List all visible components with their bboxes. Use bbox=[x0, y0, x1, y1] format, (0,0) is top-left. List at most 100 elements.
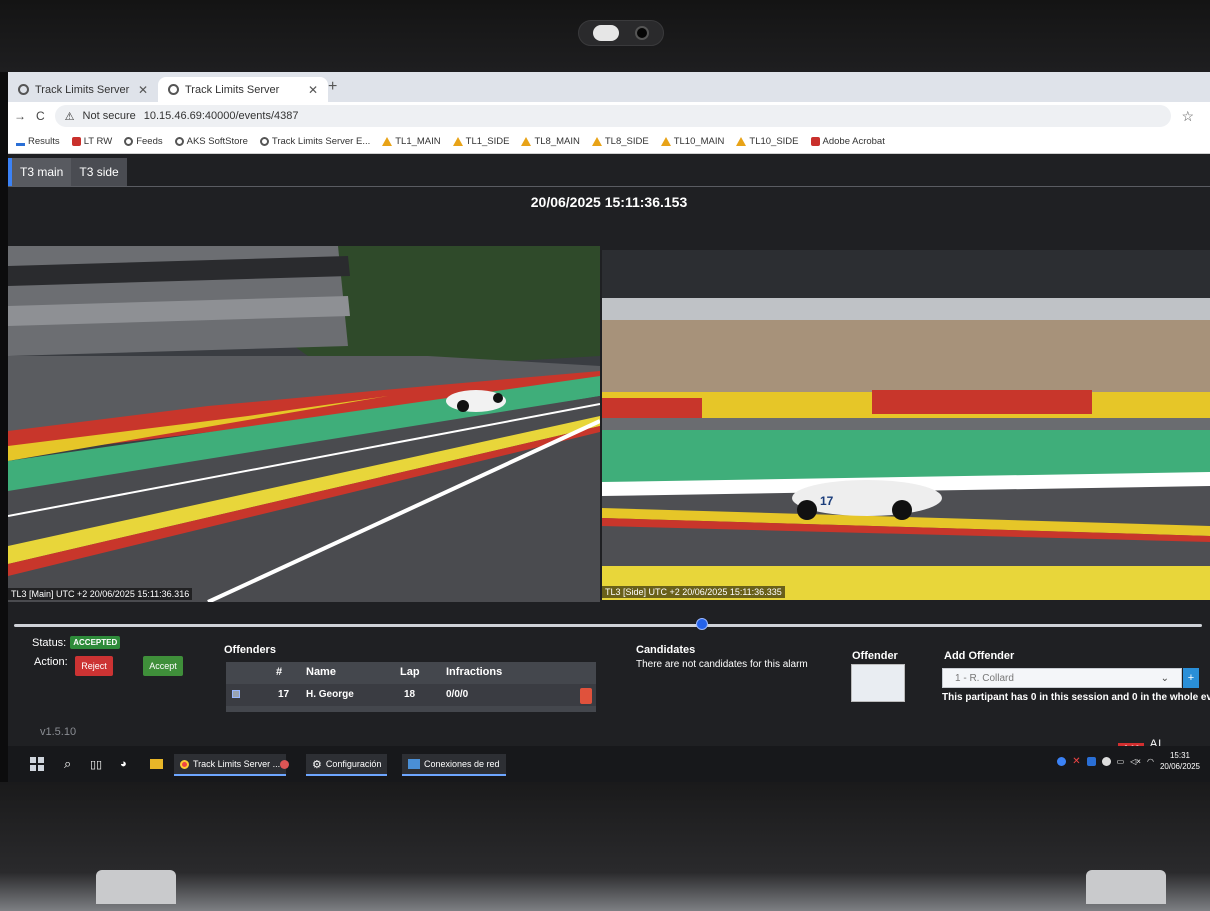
track-limits-app: T3 main T3 side 20/06/2025 15:11:36.153 bbox=[8, 154, 1210, 762]
close-icon[interactable]: ✕ bbox=[138, 83, 148, 97]
system-tray: ✕ ▭ ◁× ◠ 15:31 20/06/2025 bbox=[1057, 750, 1200, 772]
candidates-message: There are not candidates for this alarm bbox=[636, 659, 808, 670]
offenders-table-header: # Name Lap Infractions bbox=[226, 666, 596, 680]
volume-icon[interactable]: ◁× bbox=[1130, 757, 1141, 766]
main-camera-label: TL3 [Main] UTC +2 20/06/2025 15:11:36.31… bbox=[8, 588, 193, 600]
browser-tab-label: Track Limits Server bbox=[185, 83, 280, 96]
task-view-icon[interactable]: ▯▯ bbox=[90, 754, 102, 774]
globe-icon bbox=[168, 84, 179, 95]
app-version: v1.5.10 bbox=[40, 726, 77, 738]
new-tab-icon[interactable]: + bbox=[328, 78, 337, 96]
table-row[interactable]: 17 H. George 18 0/0/0 bbox=[226, 684, 596, 706]
offender-number: 17 bbox=[278, 689, 290, 700]
bookmark-label: TL8_SIDE bbox=[604, 136, 649, 147]
taskbar-conexiones[interactable]: Conexiones de red bbox=[402, 754, 506, 776]
close-icon[interactable]: ✕ bbox=[1072, 756, 1080, 767]
tray-icon[interactable] bbox=[1057, 756, 1067, 766]
reload-icon[interactable]: C bbox=[36, 109, 45, 123]
tab-t3-main[interactable]: T3 main bbox=[8, 158, 72, 186]
bookmark-tl10-side[interactable]: TL10_SIDE bbox=[736, 136, 799, 147]
bookmark-lt-rw[interactable]: LT RW bbox=[71, 136, 113, 147]
close-icon[interactable]: ✕ bbox=[308, 83, 318, 97]
browser-tab-label: Track Limits Server bbox=[35, 83, 130, 96]
bookmark-star-icon[interactable]: ☆ bbox=[1181, 108, 1194, 125]
bookmark-tl1-side[interactable]: TL1_SIDE bbox=[452, 136, 510, 147]
bookmark-label: TL8_MAIN bbox=[534, 136, 580, 147]
reject-button[interactable]: Reject bbox=[75, 656, 113, 676]
camera-tabs: T3 main T3 side bbox=[8, 154, 1210, 186]
file-explorer-icon[interactable] bbox=[150, 754, 163, 774]
side-camera-image: 17 bbox=[602, 250, 1210, 600]
bookmark-tl8-side[interactable]: TL8_SIDE bbox=[591, 136, 649, 147]
side-camera-frame[interactable]: 17 TL3 [Side] UTC +2 20/06/2025 15:11:36… bbox=[602, 250, 1210, 600]
chevron-down-icon: ⌄ bbox=[1160, 672, 1169, 684]
warning-icon[interactable]: ⚠ bbox=[65, 110, 75, 123]
offender-select[interactable]: 1 - R. Collard ⌄ bbox=[942, 668, 1182, 688]
start-button[interactable] bbox=[30, 754, 44, 774]
bookmark-results[interactable]: Results bbox=[16, 136, 60, 147]
browser-tabstrip: Track Limits Server ✕ Track Limits Serve… bbox=[8, 72, 1210, 102]
tray-icon[interactable] bbox=[1101, 756, 1111, 766]
bookmark-track-limits[interactable]: Track Limits Server E... bbox=[259, 136, 371, 147]
vlc-icon bbox=[521, 137, 532, 146]
browser-tab-1[interactable]: Track Limits Server ✕ bbox=[8, 77, 158, 102]
address-bar[interactable]: ⚠ Not secure 10.15.46.69:40000/events/43… bbox=[54, 105, 1172, 127]
bookmark-tl1-main[interactable]: TL1_MAIN bbox=[382, 136, 441, 147]
offender-lap: 18 bbox=[404, 689, 416, 700]
tray-icon[interactable] bbox=[1086, 756, 1096, 766]
bookmark-label: TL1_SIDE bbox=[465, 136, 510, 147]
vlc-icon bbox=[736, 137, 747, 146]
add-offender-button[interactable]: + bbox=[1183, 668, 1199, 688]
webcam-shutter bbox=[593, 25, 619, 41]
bookmark-label: LT RW bbox=[83, 136, 113, 147]
results-icon bbox=[16, 137, 25, 146]
network-icon bbox=[408, 759, 420, 769]
offender-infractions: 0/0/0 bbox=[446, 689, 469, 700]
app-icon[interactable] bbox=[280, 754, 289, 774]
bookmark-aks-softstore[interactable]: AKS SoftStore bbox=[174, 136, 248, 147]
bookmark-tl8-main[interactable]: TL8_MAIN bbox=[521, 136, 580, 147]
security-label: Not secure bbox=[82, 110, 136, 122]
laptop-hinge-right bbox=[1086, 870, 1166, 904]
back-icon[interactable]: → bbox=[14, 109, 26, 123]
search-icon[interactable]: ⌕ bbox=[64, 754, 71, 774]
laptop-bezel-bottom bbox=[0, 782, 1210, 911]
bookmark-label: TL10_MAIN bbox=[673, 136, 725, 147]
wifi-icon[interactable]: ◠ bbox=[1147, 757, 1154, 766]
col-infractions: Infractions bbox=[446, 666, 503, 678]
vlc-icon bbox=[660, 137, 671, 146]
remove-offender-button[interactable] bbox=[580, 688, 592, 704]
main-camera-image bbox=[8, 246, 600, 602]
windows-icon bbox=[30, 757, 44, 771]
bookmark-label: Track Limits Server E... bbox=[271, 136, 371, 147]
globe-icon bbox=[124, 137, 134, 146]
bookmark-label: TL10_SIDE bbox=[749, 136, 799, 147]
bookmark-label: TL1_MAIN bbox=[395, 136, 441, 147]
accept-button[interactable]: Accept bbox=[143, 656, 183, 676]
browser-tab-2[interactable]: Track Limits Server ✕ bbox=[158, 77, 328, 102]
paint-icon[interactable]: ◕ bbox=[120, 754, 127, 774]
bookmark-tl10-main[interactable]: TL10_MAIN bbox=[660, 136, 725, 147]
offender-preview bbox=[851, 664, 905, 702]
taskbar-chrome[interactable]: Track Limits Server ... bbox=[174, 754, 287, 776]
tab-t3-side[interactable]: T3 side bbox=[71, 158, 127, 186]
taskbar-clock[interactable]: 15:31 20/06/2025 bbox=[1160, 750, 1200, 772]
offenders-table: # Name Lap Infractions 17 H. George 18 0… bbox=[226, 662, 596, 712]
clock-date: 20/06/2025 bbox=[1159, 762, 1200, 771]
col-name: Name bbox=[306, 666, 336, 678]
add-offender-title: Add Offender bbox=[944, 650, 1015, 662]
chrome-icon bbox=[180, 759, 189, 769]
main-camera-frame[interactable]: TL3 [Main] UTC +2 20/06/2025 15:11:36.31… bbox=[8, 246, 600, 602]
camera-views: TL3 [Main] UTC +2 20/06/2025 15:11:36.31… bbox=[8, 246, 1210, 602]
bookmark-adobe-acrobat[interactable]: Adobe Acrobat bbox=[810, 136, 885, 147]
taskbar-app-label: Conexiones de red bbox=[424, 759, 500, 769]
battery-icon[interactable]: ▭ bbox=[1117, 757, 1125, 766]
taskbar-configuracion[interactable]: ⚙ Configuración bbox=[306, 754, 388, 776]
vlc-icon bbox=[382, 137, 393, 146]
laptop-hinge-left bbox=[96, 870, 176, 904]
timeline-slider-thumb[interactable] bbox=[696, 618, 708, 630]
bookmark-feeds[interactable]: Feeds bbox=[124, 136, 163, 147]
offender-name: H. George bbox=[306, 689, 354, 700]
laptop-screen: Track Limits Server ✕ Track Limits Serve… bbox=[8, 72, 1210, 782]
timeline-slider-track[interactable] bbox=[14, 624, 1202, 627]
